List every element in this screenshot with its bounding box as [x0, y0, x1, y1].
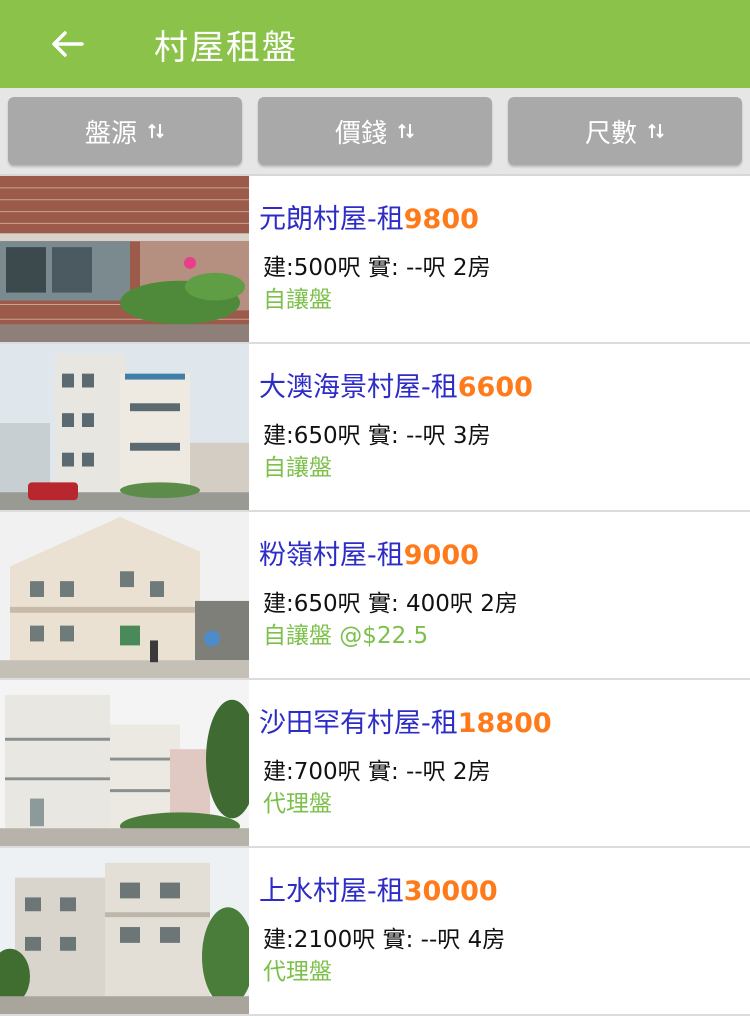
list-item[interactable]: 元朗村屋-租9800 建:500呎 實: --呎 2房 自讓盤 — [0, 176, 750, 344]
filter-size-button[interactable]: 尺數 — [508, 97, 742, 165]
listing-name: 上水村屋-租 — [259, 876, 404, 907]
filter-source-button[interactable]: 盤源 — [8, 97, 242, 165]
list-item[interactable]: 粉嶺村屋-租9000 建:650呎 實: 400呎 2房 自讓盤 @$22.5 — [0, 512, 750, 680]
listing-name: 粉嶺村屋-租 — [259, 540, 404, 571]
listing-price: 30000 — [403, 876, 498, 907]
filter-label: 盤源 — [84, 118, 137, 149]
listing-specs: 建:2100呎 實: --呎 4房 — [263, 927, 506, 953]
app-bar: 村屋租盤 — [0, 0, 750, 88]
listing-specs: 建:650呎 實: 400呎 2房 — [263, 591, 518, 617]
listing-name: 元朗村屋-租 — [259, 204, 404, 235]
listing-price: 18800 — [457, 708, 552, 739]
page-title: 村屋租盤 — [154, 27, 298, 68]
sort-icon — [648, 123, 664, 139]
listing-title: 沙田罕有村屋-租18800 — [259, 704, 750, 744]
house-photo — [0, 512, 249, 678]
house-photo — [0, 848, 249, 1014]
listing-info: 沙田罕有村屋-租18800 建:700呎 實: --呎 2房 代理盤 — [249, 680, 750, 846]
listing-info: 上水村屋-租30000 建:2100呎 實: --呎 4房 代理盤 — [249, 848, 750, 1014]
listing-source: 自讓盤 — [263, 455, 332, 481]
listing-title: 元朗村屋-租9800 — [259, 200, 750, 240]
filter-label: 尺數 — [584, 118, 637, 149]
listing-source: 自讓盤 @$22.5 — [263, 623, 429, 649]
listing-title: 上水村屋-租30000 — [259, 872, 750, 912]
listing-specs: 建:700呎 實: --呎 2房 — [263, 759, 491, 785]
listing-source: 代理盤 — [263, 959, 332, 985]
sort-icon — [148, 123, 164, 139]
list-item[interactable]: 上水村屋-租30000 建:2100呎 實: --呎 4房 代理盤 — [0, 848, 750, 1016]
listing-list: 元朗村屋-租9800 建:500呎 實: --呎 2房 自讓盤 大澳海景村屋-租… — [0, 176, 750, 1016]
back-button[interactable] — [0, 29, 140, 59]
house-photo — [0, 176, 249, 342]
listing-source: 自讓盤 — [263, 287, 332, 313]
list-item[interactable]: 大澳海景村屋-租6600 建:650呎 實: --呎 3房 自讓盤 — [0, 344, 750, 512]
listing-info: 粉嶺村屋-租9000 建:650呎 實: 400呎 2房 自讓盤 @$22.5 — [249, 512, 750, 678]
filter-label: 價錢 — [334, 118, 387, 149]
list-item[interactable]: 沙田罕有村屋-租18800 建:700呎 實: --呎 2房 代理盤 — [0, 680, 750, 848]
listing-title: 大澳海景村屋-租6600 — [259, 368, 750, 408]
filter-bar: 盤源 價錢 尺數 — [0, 88, 750, 176]
sort-icon — [398, 123, 414, 139]
listing-info: 元朗村屋-租9800 建:500呎 實: --呎 2房 自讓盤 — [249, 176, 750, 342]
listing-price: 6600 — [457, 372, 533, 403]
listing-specs: 建:650呎 實: --呎 3房 — [263, 423, 491, 449]
listing-price: 9800 — [403, 204, 479, 235]
house-photo — [0, 680, 249, 846]
listing-source: 代理盤 — [263, 791, 332, 817]
house-photo — [0, 344, 249, 510]
listing-price: 9000 — [403, 540, 479, 571]
listing-specs: 建:500呎 實: --呎 2房 — [263, 255, 491, 281]
listing-title: 粉嶺村屋-租9000 — [259, 536, 750, 576]
arrow-left-icon — [52, 31, 84, 57]
listing-name: 大澳海景村屋-租 — [259, 372, 458, 403]
listing-name: 沙田罕有村屋-租 — [259, 708, 458, 739]
listing-info: 大澳海景村屋-租6600 建:650呎 實: --呎 3房 自讓盤 — [249, 344, 750, 510]
filter-price-button[interactable]: 價錢 — [258, 97, 492, 165]
